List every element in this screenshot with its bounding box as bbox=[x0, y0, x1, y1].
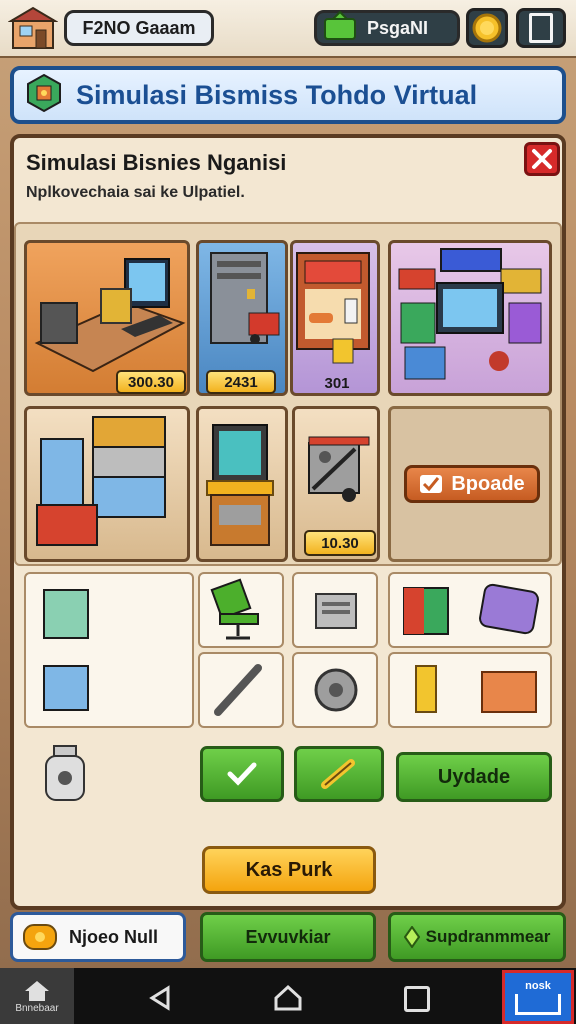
back-triangle-icon bbox=[149, 985, 170, 1011]
price-tag: 10.30 bbox=[304, 530, 376, 556]
home-nav-icon bbox=[274, 984, 302, 1011]
inventory-slot-tool[interactable] bbox=[198, 652, 284, 728]
jar-icon[interactable] bbox=[40, 742, 90, 806]
banner-title: Simulasi Bismiss Tohdo Virtual bbox=[76, 79, 478, 110]
menu-icon[interactable] bbox=[516, 8, 566, 48]
office-chair-icon bbox=[210, 578, 259, 640]
recents-button[interactable] bbox=[404, 986, 430, 1012]
title-banner: Simulasi Bismiss Tohdo Virtual bbox=[10, 66, 566, 124]
price-tag: 2431 bbox=[206, 370, 276, 394]
inventory-slot-machines[interactable] bbox=[388, 572, 552, 648]
upgrade-button[interactable]: Uydade bbox=[396, 752, 552, 802]
electronics-store-icon bbox=[398, 248, 542, 380]
upgrade-button-label: Uydade bbox=[437, 765, 511, 788]
inventory-slot-gear[interactable] bbox=[292, 652, 378, 728]
home-button[interactable] bbox=[273, 984, 303, 1012]
vending-machine-icon bbox=[206, 424, 274, 546]
evaluate-button[interactable]: Evvuvkiar bbox=[200, 912, 376, 962]
home-app-button[interactable]: Bnnebaar bbox=[0, 968, 74, 1024]
currency-label: PsgaNI bbox=[367, 17, 429, 38]
inventory-stack-icon bbox=[36, 416, 166, 546]
shop-upgrade-label: Bpoade bbox=[451, 472, 525, 495]
shop-item-inventory-stack[interactable] bbox=[24, 406, 190, 562]
shop-app-icon bbox=[515, 993, 561, 1015]
back-button[interactable] bbox=[146, 984, 174, 1012]
confirm-button[interactable] bbox=[200, 746, 284, 802]
storefront-kiosk-icon bbox=[296, 252, 370, 364]
checkmark-icon bbox=[227, 762, 257, 786]
currency-pill[interactable]: PsgaNI bbox=[314, 10, 460, 46]
gem-icon bbox=[403, 926, 420, 948]
price-tag: 300.30 bbox=[116, 370, 186, 394]
pencil-icon bbox=[321, 759, 355, 789]
game-name: F2NO Gaaam bbox=[82, 17, 196, 38]
game-name-pill[interactable]: F2NO Gaaam bbox=[64, 10, 214, 46]
supply-button[interactable]: Supdranmmear bbox=[388, 912, 566, 962]
inventory-slot-large[interactable] bbox=[24, 572, 194, 728]
inventory-slot-bottles[interactable] bbox=[388, 652, 552, 728]
edit-button[interactable] bbox=[294, 746, 384, 802]
coin-icon[interactable] bbox=[466, 8, 508, 48]
main-action-button[interactable]: Kas Purk bbox=[202, 846, 376, 894]
profile-button[interactable]: Njoeo Null bbox=[10, 912, 186, 962]
shop-app-badge: nosk bbox=[525, 979, 551, 992]
machines-icon bbox=[403, 583, 539, 635]
building-stack-icon bbox=[43, 589, 89, 711]
ticket-icon bbox=[23, 924, 57, 950]
knife-icon bbox=[214, 664, 262, 716]
home-icon bbox=[25, 980, 49, 1001]
gear-icon bbox=[314, 668, 358, 712]
inventory-slot-printer[interactable] bbox=[292, 572, 378, 648]
printer-icon bbox=[315, 593, 357, 629]
home-app-label: Bnnebaar bbox=[15, 1002, 59, 1014]
profile-button-label: Njoeo Null bbox=[69, 926, 158, 947]
inventory-slot-chair[interactable] bbox=[198, 572, 284, 648]
shop-upgrade-button[interactable]: Bpoade bbox=[404, 465, 540, 503]
close-button[interactable] bbox=[524, 142, 560, 176]
shop-item-electronics-store[interactable] bbox=[388, 240, 552, 396]
panel-title: Simulasi Bisnies Nganisi bbox=[26, 150, 287, 175]
panel-subtitle: Nplkovechaia sai ke Ulpatiel. bbox=[26, 184, 245, 201]
check-icon bbox=[420, 475, 443, 493]
business-icon bbox=[24, 73, 64, 118]
shop-app-button[interactable]: nosk bbox=[502, 970, 574, 1024]
shop-logo-icon[interactable] bbox=[7, 6, 59, 52]
evaluate-button-label: Evvuvkiar bbox=[245, 926, 331, 947]
close-icon bbox=[532, 149, 552, 169]
main-action-label: Kas Purk bbox=[245, 858, 333, 881]
price-tag: 301 bbox=[324, 374, 350, 392]
shop-item-vending-machine[interactable] bbox=[196, 406, 288, 562]
supply-button-label: Supdranmmear bbox=[425, 927, 551, 946]
cash-icon bbox=[321, 10, 361, 46]
bottles-icon bbox=[415, 665, 537, 713]
